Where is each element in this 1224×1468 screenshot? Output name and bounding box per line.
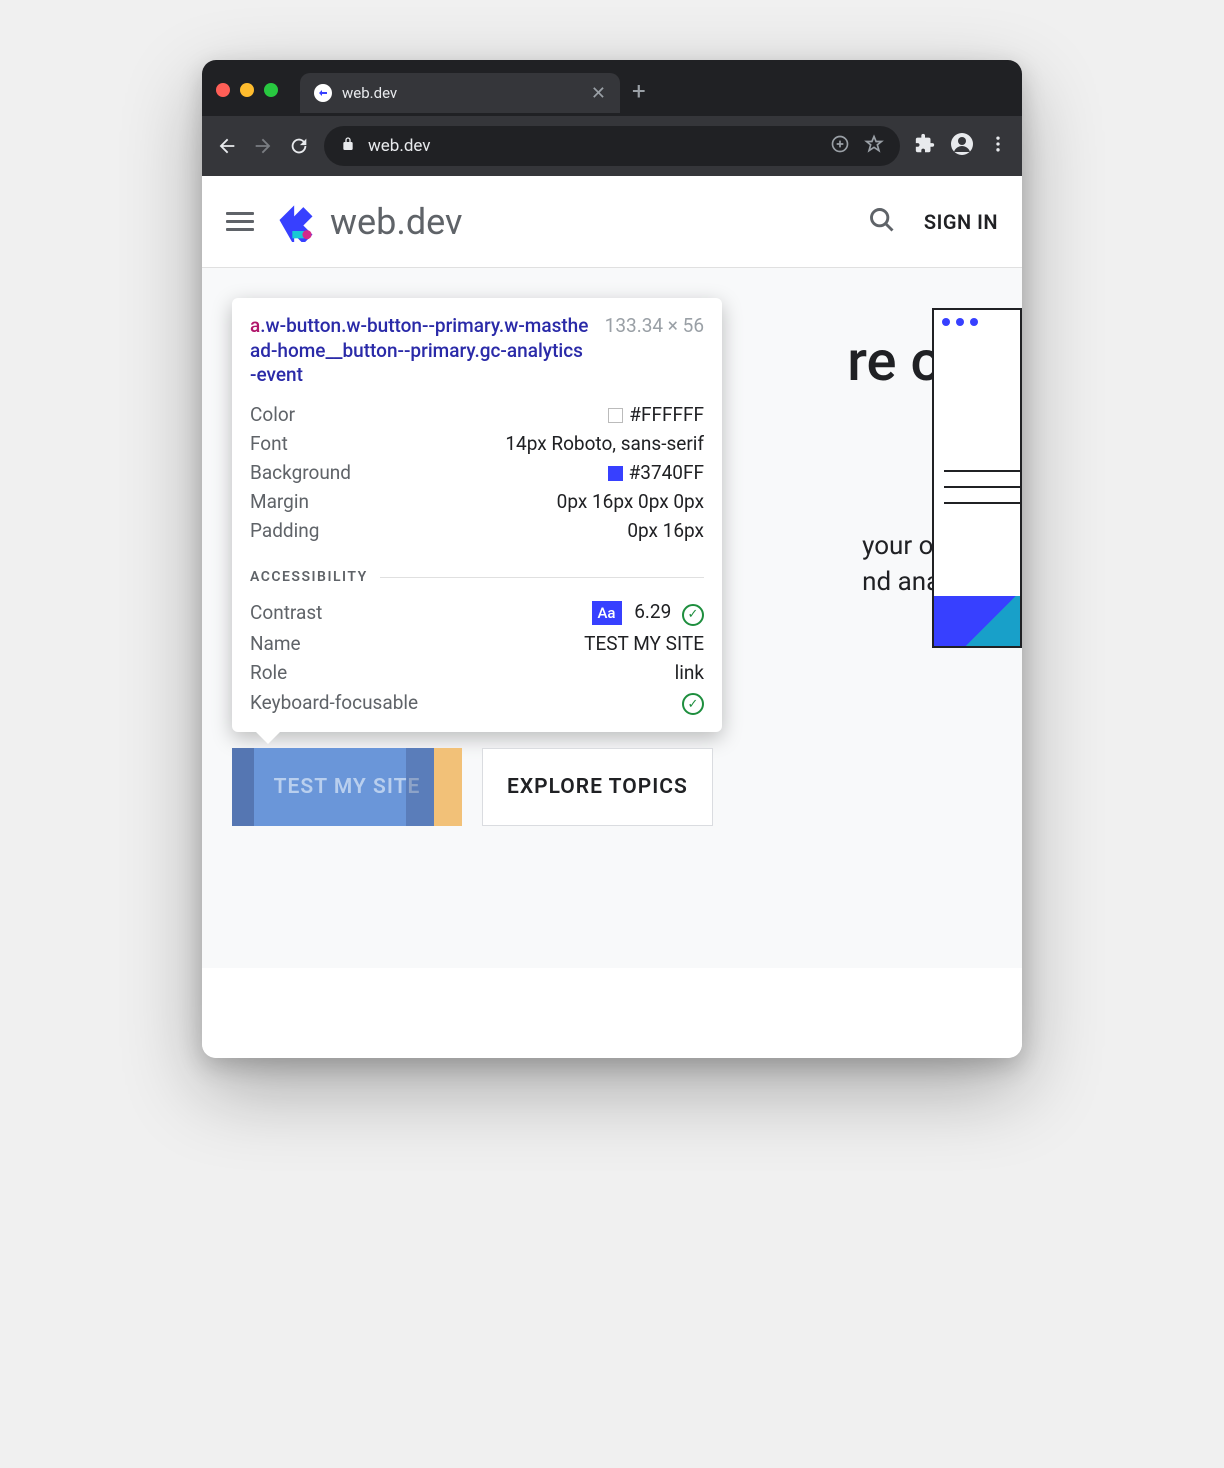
reload-button[interactable] [288,135,310,157]
tab-title: web.dev [342,84,397,102]
inspect-row-margin: Margin 0px 16px 0px 0px [250,487,704,516]
devtools-inspect-tooltip: a.w-button.w-button--primary.w-masthead-… [232,298,722,732]
check-icon: ✓ [682,604,704,626]
window-controls [216,83,278,97]
inspect-label: Margin [250,490,309,513]
minimize-window-button[interactable] [240,83,254,97]
search-icon[interactable] [868,206,896,238]
profile-avatar-icon[interactable] [950,132,974,160]
inspect-row-font: Font 14px Roboto, sans-serif [250,429,704,458]
site-logo[interactable]: web.dev [274,198,462,246]
tab-strip: web.dev ✕ + [202,60,1022,116]
inspect-value: link [675,661,704,684]
color-swatch-icon [608,408,623,423]
color-swatch-icon [608,466,623,481]
inspect-selector-classes: .w-button.w-button--primary.w-masthead-h… [250,314,588,386]
close-window-button[interactable] [216,83,230,97]
inspect-row-name: Name TEST MY SITE [250,629,704,658]
forward-button[interactable] [252,135,274,157]
new-tab-button[interactable]: + [632,77,646,105]
aa-badge-icon: Aa [592,601,622,625]
inspect-selector-tag: a [250,314,260,337]
inspect-label: Padding [250,519,319,542]
hero-illustration [932,308,1022,648]
inspect-value: #3740FF [629,461,704,484]
inspect-row-color: Color #FFFFFF [250,400,704,429]
padding-overlay [406,748,434,826]
inspect-dimensions: 133.34 × 56 [605,314,704,388]
site-header: web.dev SIGN IN [202,176,1022,268]
button-label: TEST MY SITE [274,775,421,799]
inspect-row-background: Background #3740FF [250,458,704,487]
hero-section: re of your own nd analysis a.w-button.w-… [202,268,1022,968]
inspect-value: #FFFFFF [629,403,704,426]
browser-tab[interactable]: web.dev ✕ [300,73,620,113]
check-icon: ✓ [682,693,704,715]
inspect-label: Background [250,461,351,484]
back-button[interactable] [216,135,238,157]
inspect-label: Color [250,403,295,426]
address-url: web.dev [368,136,431,156]
inspect-value: TEST MY SITE [584,632,704,655]
explore-topics-button[interactable]: EXPLORE TOPICS [482,748,713,826]
maximize-window-button[interactable] [264,83,278,97]
address-bar[interactable]: web.dev [324,126,900,166]
lock-icon [340,136,356,157]
kebab-menu-icon[interactable] [988,134,1008,158]
inspect-row-padding: Padding 0px 16px [250,516,704,545]
inspect-label: Keyboard-focusable [250,691,418,714]
inspect-value: 0px 16px [627,519,704,542]
inspect-label: Role [250,661,287,684]
close-tab-button[interactable]: ✕ [591,83,606,104]
margin-overlay [434,748,462,826]
menu-button[interactable] [226,212,254,231]
bookmark-star-icon[interactable] [864,134,884,159]
inspect-row-keyboard: Keyboard-focusable ✓ [250,687,704,719]
margin-overlay [232,748,254,826]
browser-window: web.dev ✕ + web.dev [202,60,1022,1058]
page-footer-area [202,968,1022,1058]
tab-favicon [314,84,332,102]
add-to-reading-icon[interactable] [830,134,850,159]
test-my-site-button[interactable]: TEST MY SITE [232,748,462,826]
button-label: EXPLORE TOPICS [507,775,688,799]
inspect-a11y-heading: ACCESSIBILITY [250,559,704,585]
inspect-value: 6.29 [634,600,671,623]
inspect-value: 0px 16px 0px 0px [557,490,704,513]
inspect-row-role: Role link [250,658,704,687]
inspect-label: Font [250,432,288,455]
inspect-row-contrast: Contrast Aa 6.29 ✓ [250,597,704,629]
logo-mark-icon [274,198,318,246]
cta-row: TEST MY SITE EXPLORE TOPICS [232,748,713,826]
inspect-label: Name [250,632,301,655]
inspect-value: 14px Roboto, sans-serif [505,432,704,455]
inspect-selector: a.w-button.w-button--primary.w-masthead-… [250,314,589,388]
inspect-label: Contrast [250,601,322,624]
browser-toolbar: web.dev [202,116,1022,176]
sign-in-link[interactable]: SIGN IN [924,210,998,234]
extensions-icon[interactable] [914,133,936,159]
logo-text: web.dev [330,201,462,243]
